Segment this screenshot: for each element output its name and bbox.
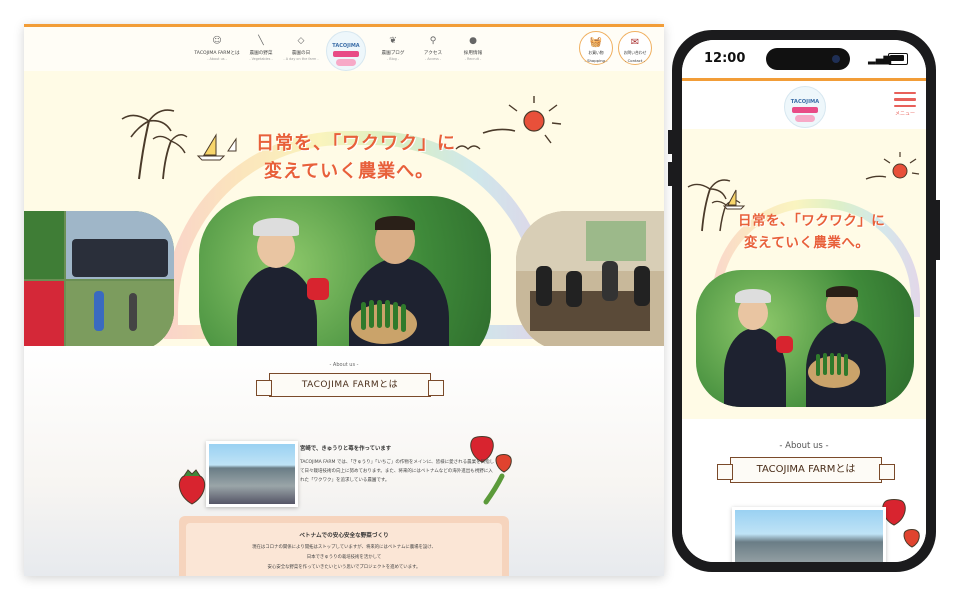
logo-banner xyxy=(333,51,359,57)
hamburger-icon xyxy=(894,92,916,95)
nav-item-about[interactable]: ☺ TACOJIMA FARMとは - About us - xyxy=(192,35,242,61)
vietnam-card-line: 現在はコロナの関係により開拓はストップしていますが、将来的にはベトナムに農場を設… xyxy=(252,545,436,550)
hero-catchphrase-line1: 日常を、「ワクワク」に xyxy=(256,133,456,154)
desktop-about-section: - About us - TACOJIMA FARMとは 宮崎で、きゅうりと苺を… xyxy=(24,346,664,576)
menu-label: メニュー xyxy=(894,111,915,118)
strawberry-illustration xyxy=(178,469,206,505)
ribbon-right-tail xyxy=(428,380,444,396)
mobile-about-eyebrow: - About us - xyxy=(779,441,829,451)
mobile-catchphrase-line1: 日常を、「ワクワク」に xyxy=(738,213,886,229)
mobile-logo[interactable]: TACOJIMA xyxy=(784,86,826,128)
desktop-logo[interactable]: TACOJIMA xyxy=(326,31,366,71)
about-eyebrow: - About us - xyxy=(329,362,359,368)
ribbon-left-tail xyxy=(717,464,733,480)
desktop-hero: 日常を、「ワクワク」に 変えていく農業へ。 xyxy=(24,71,664,371)
dynamic-island xyxy=(766,48,850,70)
palm-tree-illustration xyxy=(121,109,188,180)
mobile-about-photo xyxy=(732,507,886,562)
status-bar: 12:00 ▂▄▆ xyxy=(682,40,926,78)
vietnam-card-line: 日本できゅうりの栽培技術を活かして xyxy=(306,555,382,560)
nav-item-farm-day[interactable]: ◇ 農園の日 - A day on the farm - xyxy=(276,35,326,61)
phone-power-button xyxy=(936,200,940,260)
mail-icon: ✉ xyxy=(630,37,640,48)
ribbon-right-tail xyxy=(879,464,895,480)
logo-mascot xyxy=(336,59,356,66)
shopping-button[interactable]: 🧺 お買い物 - Shopping - xyxy=(579,31,613,65)
sailboat-illustration xyxy=(196,133,237,161)
menu-button[interactable]: メニュー xyxy=(894,92,916,117)
hamburger-line xyxy=(894,98,916,101)
hero-photo-left xyxy=(24,211,174,351)
nav-item-recruit[interactable]: ● 採用情報 - Recruit - xyxy=(448,35,498,61)
pin-icon: ⚲ xyxy=(429,36,437,46)
sun-illustration xyxy=(865,152,920,180)
knife-icon: ╲ xyxy=(258,36,264,46)
camera-dot xyxy=(832,55,840,63)
mobile-hero-photo xyxy=(696,270,914,407)
vietnam-card-title: ベトナムでの安心安全な野菜づくり xyxy=(299,533,389,539)
farmer-icon: ☺ xyxy=(212,36,222,46)
vietnam-card-line: 安心安全な野菜を作っていきたいという思いでプロジェクトを進めています。 xyxy=(267,565,421,570)
logo-mascot xyxy=(795,115,815,122)
mobile-screen: 12:00 ▂▄▆ TACOJIMA メニュー 日常を、「ワクワク」に 変えてい… xyxy=(682,40,926,562)
contact-button[interactable]: ✉ お問い合わせ - Contact - xyxy=(618,31,652,65)
bird-illustration xyxy=(455,145,481,150)
logo-banner xyxy=(792,107,818,113)
status-time: 12:00 xyxy=(704,51,746,66)
mobile-about-section: - About us - TACOJIMA FARMとは xyxy=(682,419,926,562)
battery-icon xyxy=(888,53,908,65)
basket-icon: 🧺 xyxy=(589,37,603,48)
hamburger-line xyxy=(894,104,916,108)
about-title: TACOJIMA FARMとは xyxy=(301,380,399,390)
ribbon-left-tail xyxy=(256,380,272,396)
desktop-preview: ☺ TACOJIMA FARMとは - About us - ╲ 農園の野菜 -… xyxy=(24,24,664,576)
person-icon: ● xyxy=(469,36,477,46)
about-heading: 宮崎で、きゅうりと苺を作っています xyxy=(300,446,392,452)
hero-catchphrase-line2: 変えていく農業へ。 xyxy=(264,161,435,182)
mobile-preview: 12:00 ▂▄▆ TACOJIMA メニュー 日常を、「ワクワク」に 変えてい… xyxy=(672,30,936,572)
hero-photo-right xyxy=(516,211,664,351)
sailboat-illustration xyxy=(722,189,746,210)
about-body: TACOJIMA FARM では、「きゅうり」「いちご」の作物をメインに、皆様に… xyxy=(300,460,495,483)
mobile-catchphrase-line2: 変えていく農業へ。 xyxy=(744,235,870,251)
desktop-nav: ☺ TACOJIMA FARMとは - About us - ╲ 農園の野菜 -… xyxy=(24,27,664,71)
mobile-about-ribbon: TACOJIMA FARMとは xyxy=(717,457,895,483)
tag-icon: ◇ xyxy=(297,36,305,46)
mobile-hero: 日常を、「ワクワク」に 変えていく農業へ。 xyxy=(682,129,926,459)
vietnam-card: ベトナムでの安心安全な野菜づくり 現在はコロナの関係により開拓はストップしていま… xyxy=(179,516,509,576)
mobile-about-title: TACOJIMA FARMとは xyxy=(756,464,856,475)
about-photo-greenhouse xyxy=(206,441,298,507)
about-title-ribbon: TACOJIMA FARMとは xyxy=(256,373,444,397)
leaf-icon: ❦ xyxy=(389,36,397,46)
hero-photo-farmers xyxy=(199,196,491,371)
